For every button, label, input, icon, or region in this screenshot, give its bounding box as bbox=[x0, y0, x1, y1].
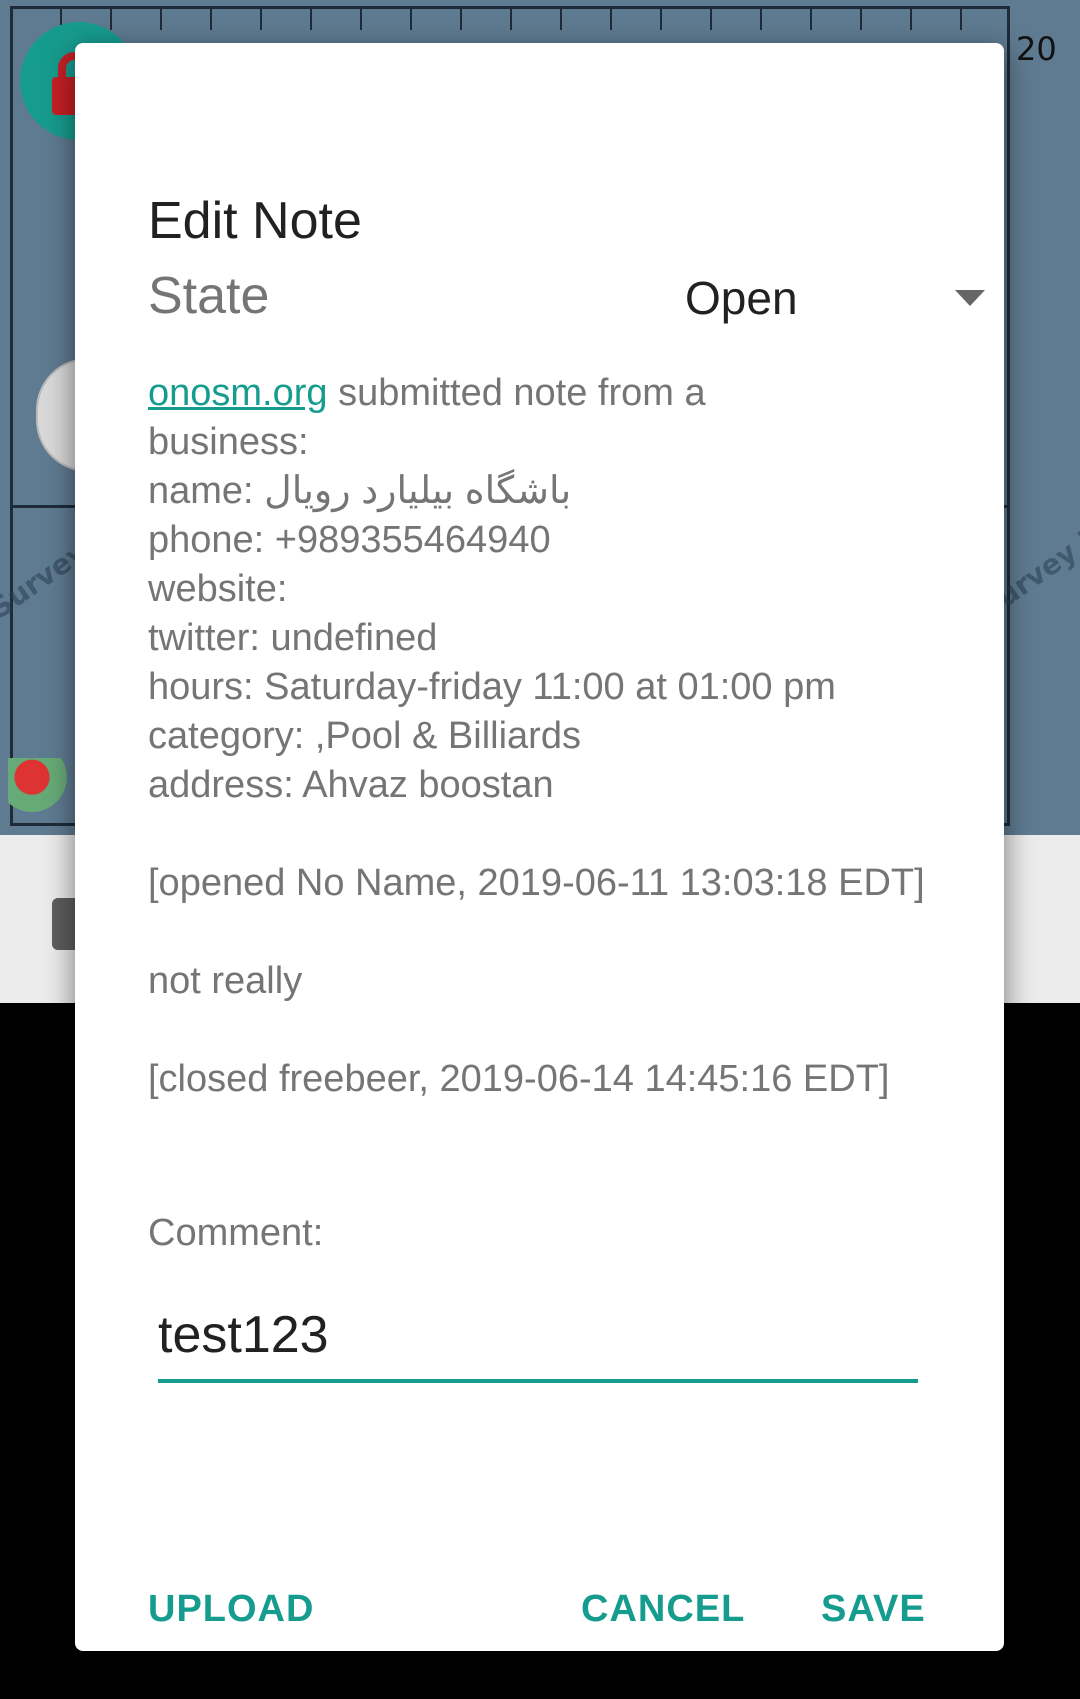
edit-note-dialog: Edit Note State Open onosm.org submitted… bbox=[75, 43, 1004, 1651]
note-body: onosm.org submitted note from a business… bbox=[148, 369, 938, 1104]
comment-label: Comment: bbox=[148, 1212, 324, 1254]
note-line: website: bbox=[148, 568, 288, 610]
note-line: phone: +989355464940 bbox=[148, 519, 551, 561]
note-line: twitter: undefined bbox=[148, 617, 438, 659]
note-line: category: ,Pool & Billiards bbox=[148, 715, 581, 757]
dropdown-arrow-icon bbox=[955, 290, 985, 306]
state-dropdown[interactable]: Open bbox=[685, 265, 995, 335]
upload-button[interactable]: UPLOAD bbox=[148, 1588, 314, 1631]
state-label: State bbox=[148, 267, 270, 325]
cancel-button[interactable]: CANCEL bbox=[581, 1588, 745, 1631]
note-closed-entry: [closed freebeer, 2019-06-14 14:45:16 ED… bbox=[148, 1058, 890, 1100]
note-opened-entry: [opened No Name, 2019-06-11 13:03:18 EDT… bbox=[148, 862, 925, 904]
onosm-link[interactable]: onosm.org bbox=[148, 372, 328, 414]
note-line: address: Ahvaz boostan bbox=[148, 764, 554, 806]
state-selected-value: Open bbox=[685, 272, 798, 324]
note-line: submitted note from a bbox=[327, 372, 706, 414]
note-line: hours: Saturday-friday 11:00 at 01:00 pm bbox=[148, 666, 836, 708]
note-line: name: باشگاه بیلیارد رویال bbox=[148, 470, 572, 512]
note-comment-entry: not really bbox=[148, 960, 303, 1002]
comment-input[interactable] bbox=[158, 1295, 918, 1383]
note-line: business: bbox=[148, 421, 309, 463]
save-button[interactable]: SAVE bbox=[821, 1588, 926, 1631]
dialog-title: Edit Note bbox=[148, 192, 362, 250]
